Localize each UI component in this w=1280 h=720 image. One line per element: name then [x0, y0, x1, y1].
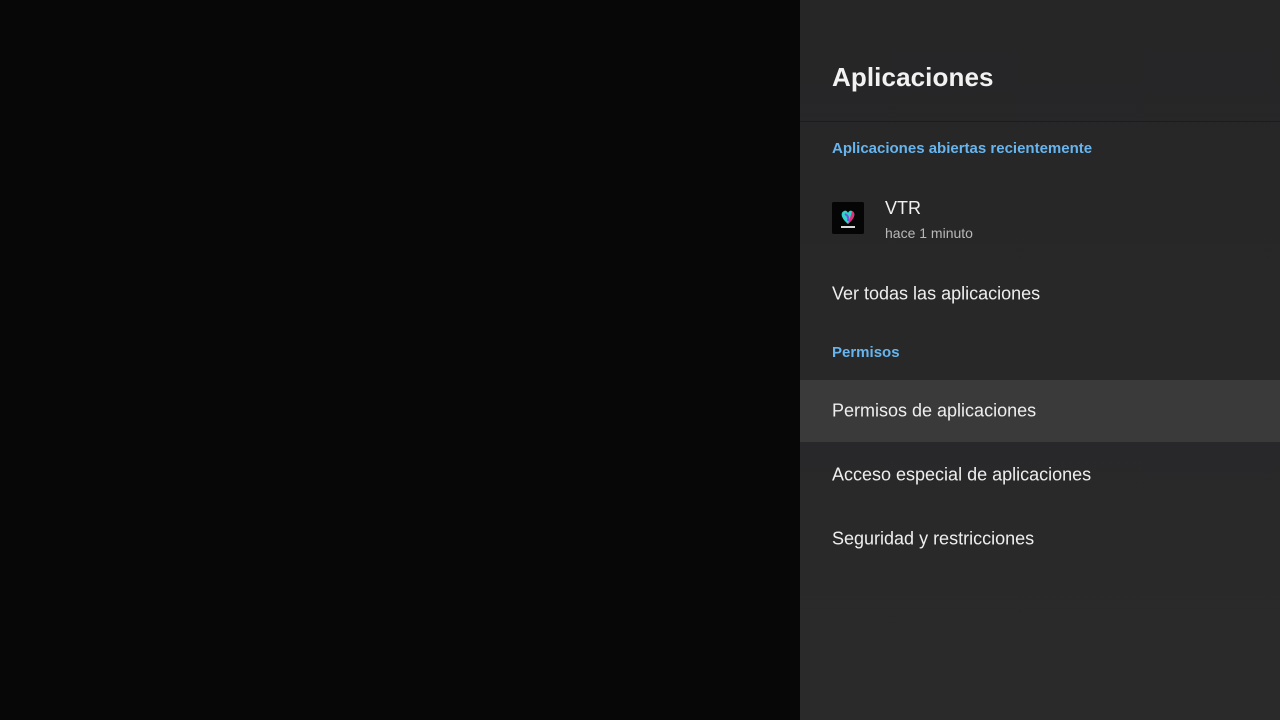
menu-item-label: Permisos de aplicaciones	[832, 400, 1037, 421]
menu-item-app-permissions[interactable]: Permisos de aplicaciones	[800, 380, 1280, 442]
menu-item-label: Ver todas las aplicaciones	[832, 283, 1041, 304]
title-divider	[800, 121, 1280, 122]
section-header-recent-apps: Aplicaciones abiertas recientemente	[832, 140, 1093, 157]
menu-item-special-access[interactable]: Acceso especial de aplicaciones	[800, 444, 1280, 506]
menu-item-security-restrictions[interactable]: Seguridad y restricciones	[800, 508, 1280, 570]
app-last-opened: hace 1 minuto	[885, 225, 973, 241]
background-content-area	[0, 0, 800, 720]
menu-item-see-all-apps[interactable]: Ver todas las aplicaciones	[800, 263, 1280, 325]
menu-item-label: Acceso especial de aplicaciones	[832, 464, 1092, 485]
panel-title: Aplicaciones	[832, 62, 994, 92]
recent-app-item-vtr[interactable]: VTR hace 1 minuto	[800, 186, 1280, 252]
app-name: VTR	[885, 198, 921, 218]
vtr-app-icon	[832, 202, 864, 234]
menu-item-label: Seguridad y restricciones	[832, 528, 1035, 549]
section-header-permissions: Permisos	[832, 344, 900, 361]
settings-side-panel: Aplicaciones Aplicaciones abiertas recie…	[800, 0, 1280, 720]
